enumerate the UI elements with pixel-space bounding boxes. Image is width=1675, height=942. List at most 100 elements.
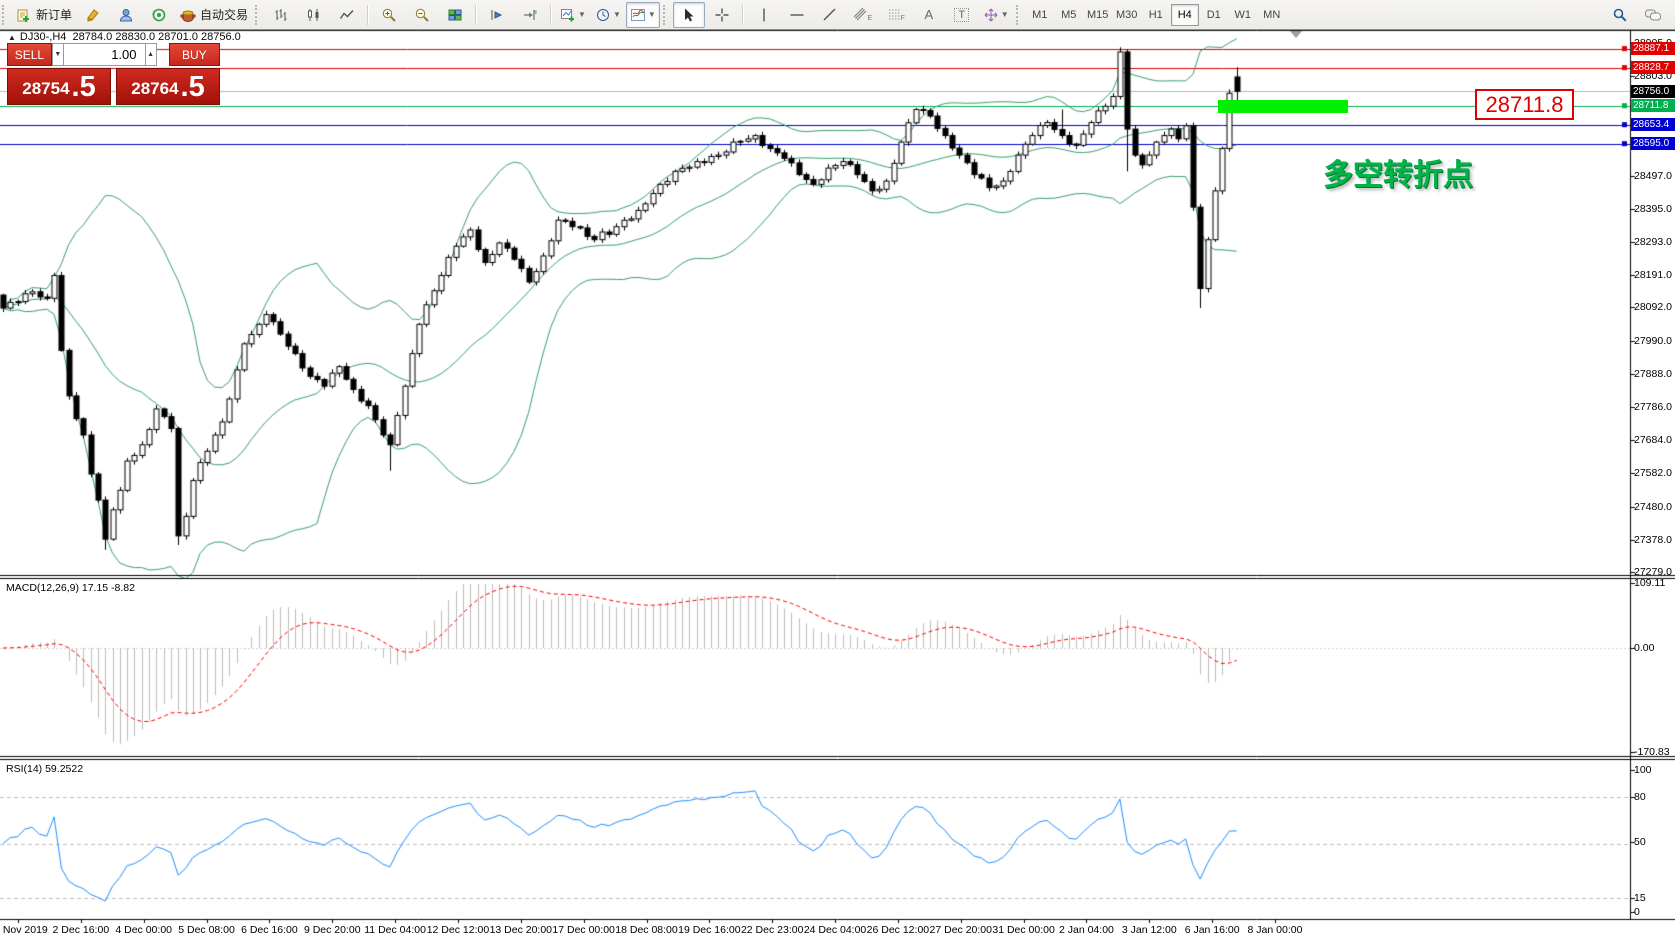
ohlc-low: 28701.0 <box>158 31 198 43</box>
volume-increase-button[interactable]: ▲ <box>145 43 157 66</box>
one-click-trading-panel: SELL ▼ 1.00 ▲ BUY 28754 .5 28764 .5 <box>7 43 220 105</box>
tab-timeframe-h1[interactable]: H1 <box>1142 4 1170 26</box>
profile-button[interactable] <box>110 2 142 28</box>
candlestick-chart-button[interactable] <box>298 2 330 28</box>
chat-button[interactable] <box>1637 2 1669 28</box>
crosshair-icon <box>714 7 730 23</box>
new-order-button[interactable]: 新订单 <box>12 2 76 28</box>
auto-arrange-button[interactable] <box>481 2 513 28</box>
horizontal-line-button[interactable] <box>781 2 813 28</box>
caret-down-icon: ▼ <box>54 51 61 58</box>
macd-label: MACD(12,26,9) 17.15 -8.82 <box>6 582 135 594</box>
tab-timeframe-w1[interactable]: W1 <box>1229 4 1257 26</box>
volume-input[interactable]: 1.00 <box>64 43 145 66</box>
tab-timeframe-m5[interactable]: M5 <box>1055 4 1083 26</box>
tab-timeframe-d1[interactable]: D1 <box>1200 4 1228 26</box>
toolbar-grip <box>2 5 9 25</box>
zoom-out-button[interactable] <box>406 2 438 28</box>
chart-plot-area[interactable] <box>0 0 1675 942</box>
crosshair-button[interactable] <box>706 2 738 28</box>
tab-timeframe-m30[interactable]: M30 <box>1113 4 1141 26</box>
highlight-rectangle[interactable] <box>1218 100 1348 113</box>
fibonacci-button[interactable]: F <box>880 2 912 28</box>
tab-timeframe-mn[interactable]: MN <box>1258 4 1286 26</box>
toolbar-grip <box>255 5 262 25</box>
chart-title: ▲ DJ30-,H4 28784.0 28830.0 28701.0 28756.… <box>8 31 241 43</box>
new-order-icon <box>16 7 32 23</box>
cursor-button[interactable] <box>673 2 705 28</box>
zoom-out-icon <box>414 7 430 23</box>
volume-decrease-button[interactable]: ▼ <box>52 43 64 66</box>
tab-timeframe-h4[interactable]: H4 <box>1171 4 1199 26</box>
zoom-in-icon <box>381 7 397 23</box>
buy-price-button[interactable]: 28764 .5 <box>116 68 220 105</box>
text-icon: A <box>924 7 933 22</box>
chart-shift-icon <box>522 7 538 23</box>
sell-price-main: 28754 <box>22 76 69 102</box>
add-indicator-icon <box>560 7 576 23</box>
price-level-badge[interactable]: 28595.0 <box>1631 137 1675 150</box>
line-chart-button[interactable] <box>331 2 363 28</box>
search-button[interactable] <box>1604 2 1636 28</box>
text-label-icon: T <box>954 8 969 22</box>
symbol-period-label: DJ30-,H4 <box>20 31 66 43</box>
autotrading-button[interactable]: 自动交易 <box>176 2 252 28</box>
shapes-button[interactable]: ▼ <box>979 2 1013 28</box>
search-icon <box>1612 7 1628 23</box>
sell-button[interactable]: SELL <box>7 43 52 66</box>
periods-clock-button[interactable]: ▼ <box>591 2 625 28</box>
chart-shift-button[interactable] <box>514 2 546 28</box>
toolbar-separator <box>475 5 477 25</box>
equidistant-channel-button[interactable]: E <box>847 2 879 28</box>
tab-timeframe-m15[interactable]: M15 <box>1084 4 1112 26</box>
bar-chart-icon <box>273 7 289 23</box>
trendline-button[interactable] <box>814 2 846 28</box>
buy-button[interactable]: BUY <box>169 43 220 66</box>
ohlc-close: 28756.0 <box>201 31 241 43</box>
toolbar-grip <box>663 5 670 25</box>
text-label-button[interactable]: T <box>946 2 978 28</box>
turning-point-annotation[interactable]: 多空转折点 <box>1323 150 1473 194</box>
chevron-down-icon: ▼ <box>578 10 586 19</box>
tile-windows-button[interactable] <box>439 2 471 28</box>
trading-terminal-window: 新订单 自动交易 <box>0 0 1675 942</box>
signals-button[interactable] <box>143 2 175 28</box>
zoom-in-button[interactable] <box>373 2 405 28</box>
chevron-down-icon: ▼ <box>1001 10 1009 19</box>
buy-price-main: 28764 <box>131 76 178 102</box>
tab-timeframe-m1[interactable]: M1 <box>1026 4 1054 26</box>
highlighter-button[interactable] <box>77 2 109 28</box>
new-order-label: 新订单 <box>36 6 72 23</box>
add-indicator-button[interactable]: ▼ <box>556 2 590 28</box>
horizontal-line-icon <box>789 7 805 23</box>
collapse-triangle-icon[interactable]: ▲ <box>8 33 16 42</box>
level-price-callout[interactable]: 28711.8 <box>1475 89 1574 120</box>
price-level-badge[interactable]: 28756.0 <box>1631 85 1675 98</box>
chevron-down-icon: ▼ <box>648 10 656 19</box>
candlestick-chart-icon <box>306 7 322 23</box>
chat-icon <box>1644 7 1662 23</box>
price-level-badge[interactable]: 28711.8 <box>1631 99 1675 112</box>
vertical-line-button[interactable] <box>748 2 780 28</box>
toolbar-separator <box>742 5 744 25</box>
vertical-line-icon <box>756 7 772 23</box>
ohlc-open: 28784.0 <box>73 31 113 43</box>
templates-button[interactable]: ▼ <box>626 2 660 28</box>
highlighter-icon <box>85 7 101 23</box>
toolbar-separator <box>367 5 369 25</box>
text-button[interactable]: A <box>913 2 945 28</box>
sell-price-button[interactable]: 28754 .5 <box>7 68 111 105</box>
periods-clock-icon <box>595 7 611 23</box>
shapes-icon <box>983 7 999 23</box>
buy-price-fraction: .5 <box>181 73 205 102</box>
price-level-badge[interactable]: 28653.4 <box>1631 118 1675 131</box>
autotrading-label: 自动交易 <box>200 6 248 23</box>
trendline-icon <box>822 7 838 23</box>
bar-chart-button[interactable] <box>265 2 297 28</box>
price-level-badge[interactable]: 28828.7 <box>1631 61 1675 74</box>
toolbar-grip <box>1016 5 1023 25</box>
price-level-badge[interactable]: 28887.1 <box>1631 42 1675 55</box>
chevron-down-icon: ▼ <box>613 10 621 19</box>
caret-up-icon: ▲ <box>147 51 154 58</box>
ohlc-high: 28830.0 <box>115 31 155 43</box>
